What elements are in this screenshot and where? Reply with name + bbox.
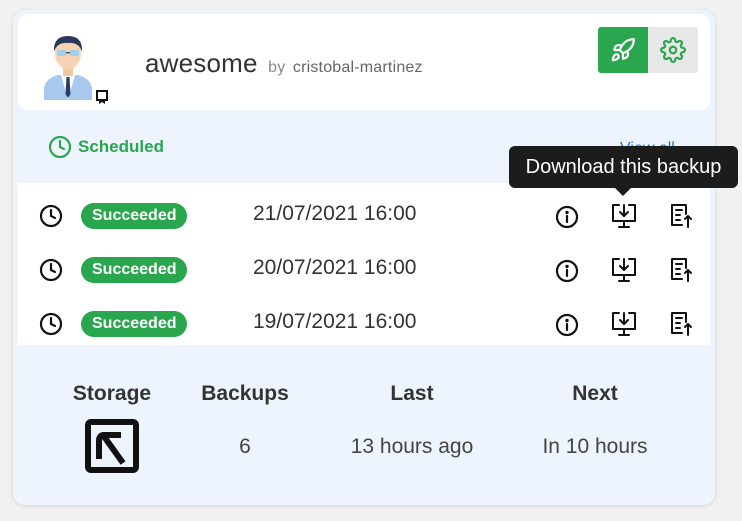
rocket-icon — [611, 38, 635, 62]
clock-icon — [39, 204, 63, 228]
backups-count-value: 6 — [239, 435, 251, 458]
repository-title: awesome by cristobal-martinez — [145, 48, 423, 79]
backup-row: Succeeded 19/07/2021 16:00 — [18, 291, 710, 345]
upload-icon[interactable] — [668, 203, 694, 229]
info-icon[interactable] — [555, 259, 579, 283]
settings-button[interactable] — [648, 27, 698, 73]
upload-icon[interactable] — [668, 257, 694, 283]
storage-label: Storage — [72, 382, 152, 405]
upload-icon[interactable] — [668, 311, 694, 337]
launch-backup-button[interactable] — [598, 27, 648, 73]
gear-icon — [660, 37, 686, 63]
tooltip-arrow — [615, 188, 631, 196]
repository-owner[interactable]: cristobal-martinez — [293, 59, 423, 76]
clock-icon — [39, 312, 63, 336]
repository-name[interactable]: awesome — [145, 48, 258, 78]
clock-icon — [39, 258, 63, 282]
backup-list: Succeeded 21/07/2021 16:00 Succeeded 20/… — [18, 183, 710, 345]
backup-row: Succeeded 21/07/2021 16:00 — [18, 183, 710, 237]
download-tooltip: Download this backup — [509, 146, 738, 188]
download-icon[interactable] — [611, 311, 637, 337]
info-icon[interactable] — [555, 205, 579, 229]
info-icon[interactable] — [555, 313, 579, 337]
backup-date: 21/07/2021 16:00 — [253, 202, 417, 225]
status-badge: Succeeded — [81, 257, 188, 283]
repository-header: awesome by cristobal-martinez — [18, 14, 710, 110]
next-backup-label: Next — [572, 382, 618, 405]
status-badge: Succeeded — [81, 311, 188, 337]
last-backup-label: Last — [390, 382, 434, 405]
status-badge: Succeeded — [81, 203, 188, 229]
last-backup-value: 13 hours ago — [350, 435, 474, 458]
storage-provider-logo — [85, 419, 139, 473]
next-backup-value: In 10 hours — [542, 435, 648, 458]
backup-row: Succeeded 20/07/2021 16:00 — [18, 237, 710, 291]
schedule-status: Scheduled — [48, 135, 164, 159]
download-icon[interactable] — [611, 257, 637, 283]
repository-by-label: by — [268, 59, 286, 76]
backup-date: 19/07/2021 16:00 — [253, 310, 417, 333]
clock-icon — [48, 135, 72, 159]
backup-date: 20/07/2021 16:00 — [253, 256, 417, 279]
download-icon[interactable] — [611, 203, 637, 229]
repository-icon — [96, 90, 108, 104]
schedule-label: Scheduled — [78, 137, 164, 156]
backups-count-label: Backups — [201, 382, 289, 405]
user-avatar — [44, 36, 92, 100]
